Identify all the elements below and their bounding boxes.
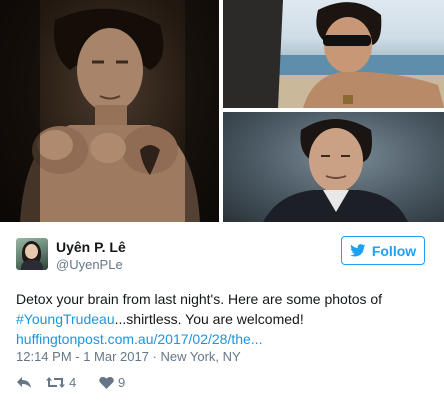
like-button[interactable]: 9 [99,375,139,390]
like-count: 9 [118,374,126,390]
author-handle[interactable]: @UyenPLe [56,257,123,272]
avatar[interactable] [16,238,48,270]
follow-button[interactable]: Follow [341,236,425,265]
twitter-bird-icon [349,244,366,257]
tweet-text-suffix: ...shirtless. You are welcomed! [114,311,304,327]
tweet-text-prefix: Detox your brain from last night's. Here… [16,291,383,307]
photo-sunglasses-beach[interactable] [223,0,444,108]
heart-icon [99,376,114,389]
retweet-count: 4 [69,374,77,390]
tweet-timestamp[interactable]: 12:14 PM - 1 Mar 2017 · New York, NY [16,349,241,364]
tweet-text: Detox your brain from last night's. Here… [16,289,428,349]
article-link[interactable]: huffingtonpost.com.au/2017/02/28/the... [16,331,262,347]
tweet-actions: 4 9 [16,373,139,391]
retweet-icon [46,376,65,388]
retweet-button[interactable]: 4 [46,375,99,390]
follow-button-label: Follow [371,242,417,259]
reply-button[interactable] [16,376,46,389]
avatar-body [21,260,43,270]
reply-icon [17,376,31,388]
photo-grid [0,0,444,222]
hashtag-link[interactable]: #YoungTrudeau [16,311,115,327]
author-display-name[interactable]: Uyên P. Lê [56,239,126,255]
photo-shirtless-boxing[interactable] [0,0,219,222]
avatar-face [25,244,38,259]
embedded-tweet: Uyên P. Lê @UyenPLe Follow Detox your br… [0,0,444,404]
photo-suit-portrait[interactable] [223,112,444,222]
